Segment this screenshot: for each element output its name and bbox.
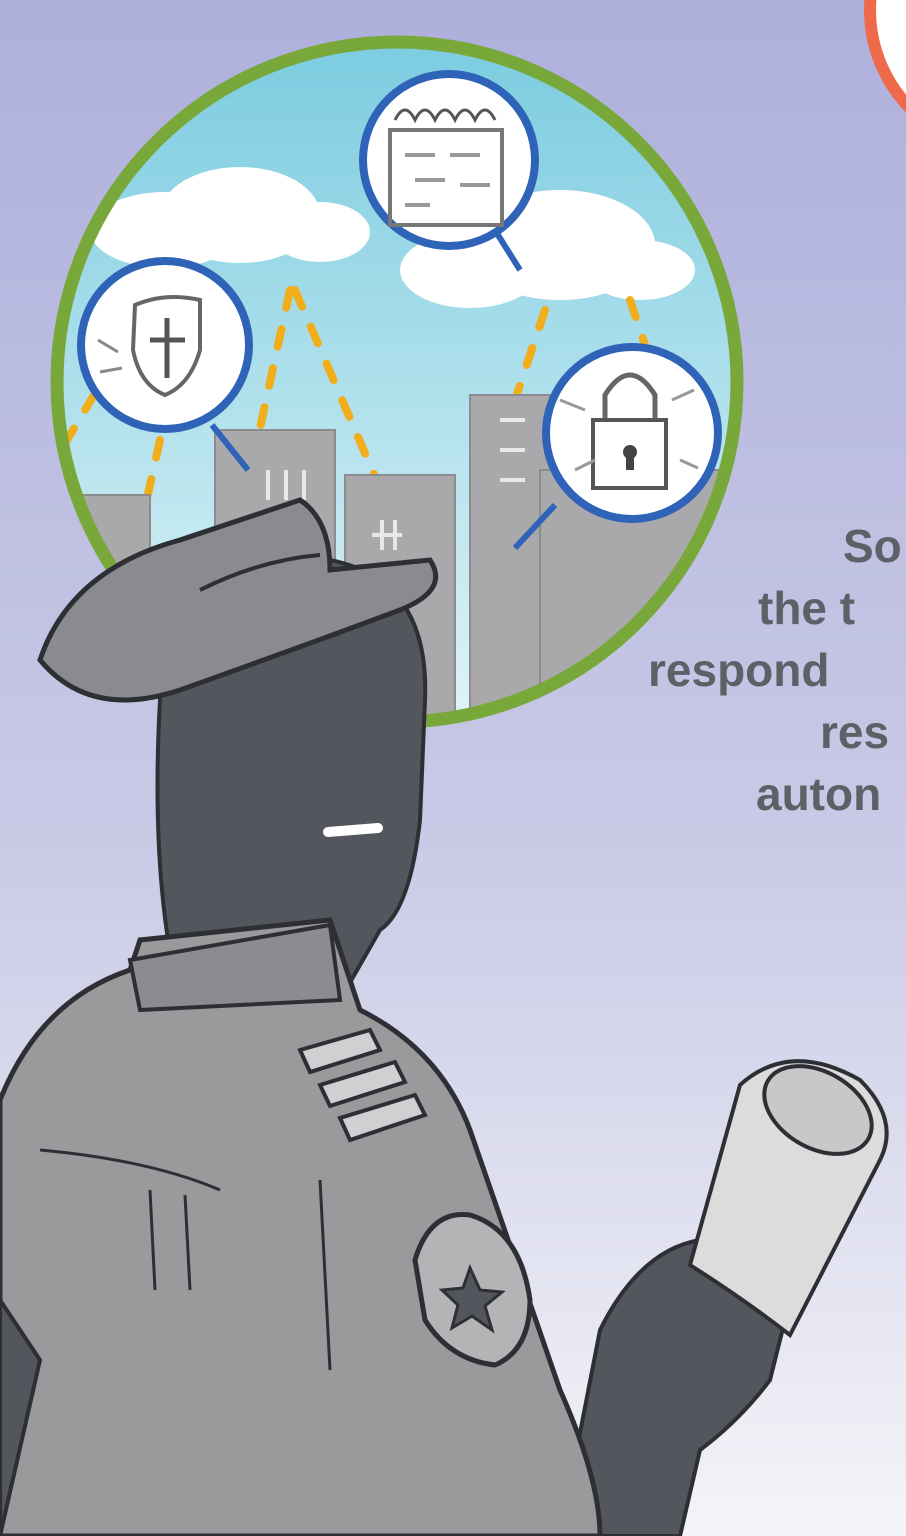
caption-line: auton bbox=[756, 768, 882, 820]
caption-line: respond bbox=[648, 644, 830, 696]
caption-line: So bbox=[843, 520, 902, 572]
narration-caption: So the t respond res auton bbox=[0, 515, 906, 825]
caption-line: the t bbox=[758, 582, 856, 634]
officer-eye bbox=[323, 823, 383, 837]
caption-line: res bbox=[820, 706, 890, 758]
